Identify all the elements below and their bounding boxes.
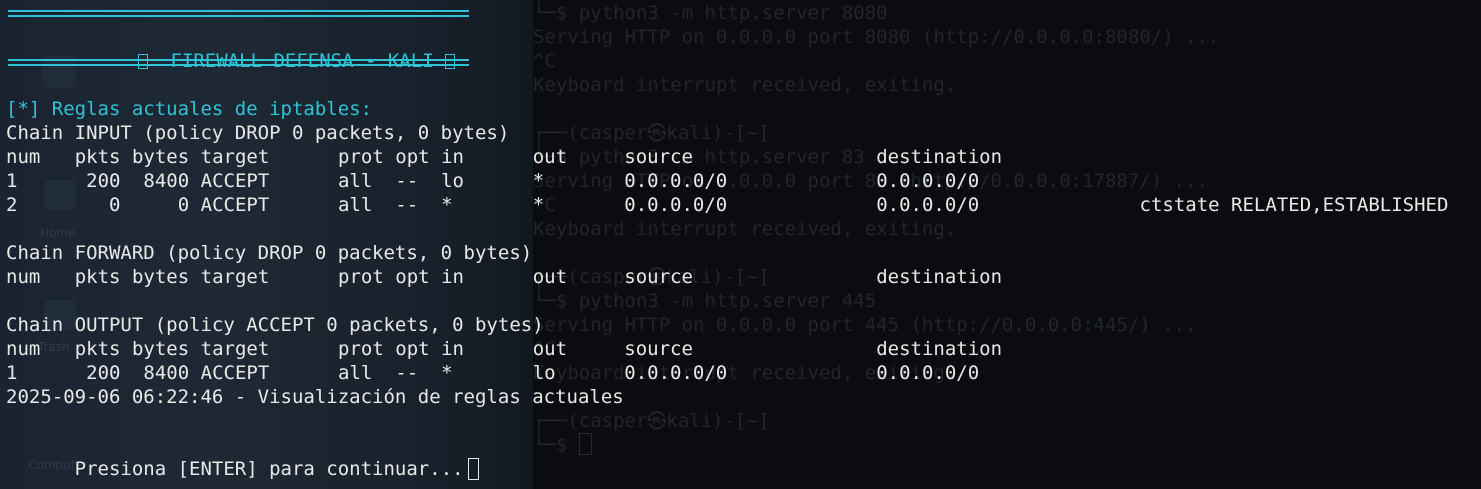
- column-header-in: in: [441, 338, 464, 360]
- column-header-num: num: [6, 338, 41, 360]
- background-terminal-line: Keyboard interrupt received, exiting.: [533, 74, 957, 96]
- column-header-opt: opt: [395, 338, 430, 360]
- desktop-label-home: Home: [40, 226, 76, 240]
- cell-pkts: 200: [86, 170, 121, 192]
- column-header-source: source: [624, 266, 693, 288]
- cell-out: *: [532, 194, 545, 216]
- cell-target: ACCEPT: [200, 170, 270, 192]
- column-header-pkts: pkts: [74, 338, 121, 360]
- background-terminal-line: ┌──(casper㉿kali)-[~]: [533, 410, 770, 432]
- cell-destination: 0.0.0.0/0: [876, 170, 980, 192]
- cell-bytes: 0: [177, 194, 190, 216]
- column-header-opt: opt: [395, 146, 430, 168]
- column-header-in: in: [441, 266, 464, 288]
- cell-source: 0.0.0.0/0: [624, 194, 728, 216]
- cell-in: *: [441, 362, 453, 384]
- background-terminal-line: Serving HTTP on 0.0.0.0 port 8080 (http:…: [533, 26, 1220, 48]
- column-header-opt: opt: [395, 266, 430, 288]
- column-header-out: out: [532, 338, 568, 360]
- table-row: 2 0 0 ACCEPT all -- * * 0.0.0.0/0 0.0.0.0/0 ctstat…: [6, 193, 1476, 217]
- background-terminal-line: Serving HTTP on 0.0.0.0 port 445 (http:/…: [533, 314, 1197, 336]
- cell-bytes: 8400: [143, 170, 190, 192]
- cell-target: ACCEPT: [200, 362, 270, 384]
- cell-extra: ctstate RELATED,ESTABLISHED: [1139, 194, 1449, 216]
- cell-in: lo: [441, 170, 464, 192]
- chain-columns-header: num pkts bytes target prot opt in out source dest…: [6, 145, 1476, 169]
- log-line: 2025-09-06 06:22:46 - Visualización de r…: [6, 386, 624, 408]
- cell-out: lo: [532, 362, 556, 384]
- rules-heading: [*] Reglas actuales de iptables:: [6, 98, 373, 120]
- column-header-target: target: [200, 146, 270, 168]
- background-terminal-line: ^C: [533, 50, 556, 72]
- cell-source: 0.0.0.0/0: [624, 170, 728, 192]
- cell-in: *: [441, 194, 453, 216]
- cell-num: 1: [6, 170, 18, 192]
- continue-prompt-text: Presiona [ENTER] para continuar...: [74, 458, 464, 480]
- column-header-source: source: [624, 146, 693, 168]
- background-terminal-line: └─$: [533, 433, 592, 457]
- cell-prot: all: [338, 194, 373, 216]
- chain-columns-header: num pkts bytes target prot opt in out source dest…: [6, 337, 1476, 361]
- text-cursor: [467, 458, 479, 480]
- banner-top-rule: [8, 10, 469, 17]
- cell-pkts: 0: [109, 194, 121, 216]
- cell-opt: --: [395, 194, 419, 216]
- chain-header: Chain FORWARD (policy DROP 0 packets, 0 …: [6, 242, 533, 264]
- column-header-in: in: [441, 146, 464, 168]
- cell-prot: all: [338, 170, 373, 192]
- column-header-source: source: [624, 338, 693, 360]
- cell-source: 0.0.0.0/0: [624, 362, 728, 384]
- cell-bytes: 8400: [143, 362, 190, 384]
- column-header-pkts: pkts: [74, 266, 121, 288]
- cell-out: *: [532, 170, 545, 192]
- cell-target: ACCEPT: [200, 194, 270, 216]
- column-header-target: target: [200, 338, 270, 360]
- background-terminal-line: └─$ python3 -m http.server 8080: [533, 2, 888, 24]
- column-header-bytes: bytes: [131, 338, 190, 360]
- column-header-prot: prot: [338, 338, 384, 360]
- cell-num: 2: [6, 194, 18, 216]
- column-header-destination: destination: [876, 338, 1003, 360]
- column-header-pkts: pkts: [74, 146, 121, 168]
- cell-prot: all: [338, 362, 373, 384]
- column-header-out: out: [532, 266, 568, 288]
- column-header-prot: prot: [338, 146, 384, 168]
- chain-columns-header: num pkts bytes target prot opt in out source dest…: [6, 265, 1476, 289]
- column-header-prot: prot: [338, 266, 384, 288]
- background-cursor: [578, 433, 592, 455]
- column-header-num: num: [6, 146, 41, 168]
- cell-opt: --: [395, 362, 419, 384]
- column-header-bytes: bytes: [131, 146, 190, 168]
- cell-opt: --: [395, 170, 419, 192]
- chain-header: Chain OUTPUT (policy ACCEPT 0 packets, 0…: [6, 314, 544, 336]
- cell-pkts: 200: [86, 362, 121, 384]
- background-terminal-line: └─$ python3 -m http.server 445: [533, 290, 877, 312]
- column-header-num: num: [6, 266, 41, 288]
- banner-bottom-rule: [8, 59, 469, 66]
- chain-header: Chain INPUT (policy DROP 0 packets, 0 by…: [6, 122, 510, 144]
- table-row: 1 200 8400 ACCEPT all -- lo * 0.0.0.0/0 0.0.0.0/0: [6, 169, 1476, 193]
- background-terminal: └─$ python3 -m http.server 8080 Serving H…: [533, 0, 1481, 489]
- cell-destination: 0.0.0.0/0: [876, 362, 980, 384]
- background-terminal-line: ┌──(casper㉿kali)-[~]: [533, 122, 770, 144]
- column-header-destination: destination: [876, 266, 1003, 288]
- cell-destination: 0.0.0.0/0: [876, 194, 980, 216]
- table-row: 1 200 8400 ACCEPT all -- * lo 0.0.0.0/0 0.0.0.0/0: [6, 361, 1476, 385]
- column-header-bytes: bytes: [131, 266, 190, 288]
- column-header-target: target: [200, 266, 270, 288]
- background-terminal-line: Keyboard interrupt received, exiting.: [533, 218, 957, 240]
- column-header-destination: destination: [876, 146, 1003, 168]
- continue-prompt[interactable]: Presiona [ENTER] para continuar...: [6, 433, 479, 480]
- terminal-screen: Home Trash Computer └─$ python3 -m http.…: [0, 0, 1481, 489]
- cell-num: 1: [6, 362, 18, 384]
- column-header-out: out: [532, 146, 568, 168]
